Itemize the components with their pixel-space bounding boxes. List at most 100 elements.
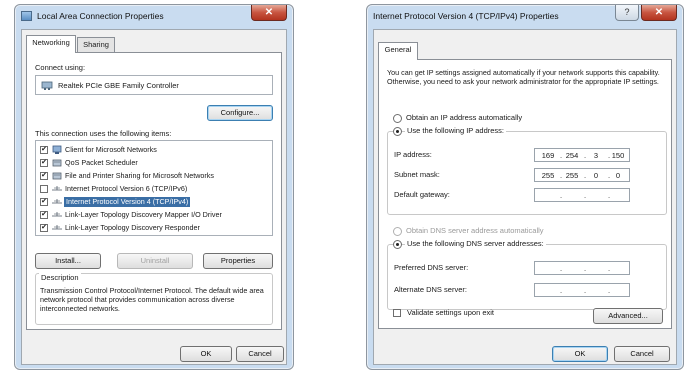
subnet-mask-field[interactable]: 255. 255. 0. 0 (534, 168, 630, 182)
use-following-dns-label: Use the following DNS server addresses: (405, 239, 546, 248)
ok-button[interactable]: OK (552, 346, 608, 362)
ok-button[interactable]: OK (180, 346, 232, 362)
ip-dot: . (607, 191, 611, 200)
title-bar[interactable]: Internet Protocol Version 4 (TCP/IPv4) P… (367, 5, 683, 27)
title-bar[interactable]: Local Area Connection Properties ✕ (15, 5, 293, 27)
help-button[interactable]: ? (615, 5, 639, 21)
network-adapter-icon (41, 81, 53, 90)
obtain-dns-auto-radio[interactable] (393, 227, 402, 236)
ip-octet: 0 (615, 171, 621, 180)
advanced-button[interactable]: Advanced... (593, 308, 663, 324)
description-text: Transmission Control Protocol/Internet P… (40, 286, 264, 313)
ipv4-properties-window: Internet Protocol Version 4 (TCP/IPv4) P… (366, 4, 684, 370)
unchecked-checkbox[interactable] (40, 185, 48, 193)
ip-dot: . (559, 264, 563, 273)
default-gateway-label: Default gateway: (394, 190, 450, 199)
checked-checkbox[interactable]: ✔ (40, 172, 48, 180)
alternate-dns-label: Alternate DNS server: (394, 285, 467, 294)
local-area-connection-properties-window: Local Area Connection Properties ✕ Netwo… (14, 4, 294, 370)
list-item[interactable]: ✔ QoS Packet Scheduler (40, 157, 206, 169)
list-item-label: Internet Protocol Version 4 (TCP/IPv4) (64, 197, 191, 207)
ip-dot: . (583, 191, 587, 200)
window-title: Local Area Connection Properties (37, 11, 164, 21)
preferred-dns-label: Preferred DNS server: (394, 263, 469, 272)
list-item[interactable]: ✔ Link-Layer Topology Discovery Responder (40, 222, 206, 234)
tab-general[interactable]: General (378, 42, 418, 60)
use-following-dns-radio[interactable] (393, 240, 402, 249)
description-group: Description Transmission Control Protoco… (35, 273, 273, 325)
checked-checkbox[interactable]: ✔ (40, 146, 48, 154)
network-service-icon (52, 171, 62, 181)
general-panel: You can get IP settings assigned automat… (378, 59, 672, 329)
ip-dot: . (559, 191, 563, 200)
use-following-ip-radio[interactable] (393, 127, 402, 136)
use-following-ip-label: Use the following IP address: (405, 126, 506, 135)
alternate-dns-field[interactable]: ... (534, 283, 630, 297)
obtain-ip-auto-label: Obtain an IP address automatically (406, 113, 523, 122)
list-item[interactable]: ✔ Internet Protocol Version 4 (TCP/IPv4) (40, 196, 206, 208)
tab-networking[interactable]: Networking (26, 35, 76, 53)
static-ip-group: Use the following IP address: IP address… (387, 126, 667, 215)
ip-address-label: IP address: (394, 150, 432, 159)
list-item[interactable]: ✔ Link-Layer Topology Discovery Mapper I/… (40, 209, 222, 221)
install-button[interactable]: Install... (35, 253, 101, 269)
network-client-icon (52, 145, 62, 155)
checked-checkbox[interactable]: ✔ (40, 159, 48, 167)
obtain-ip-auto-radio[interactable] (393, 114, 402, 123)
tab-sharing[interactable]: Sharing (77, 37, 115, 53)
description-title: Description (39, 273, 81, 282)
checked-checkbox[interactable]: ✔ (40, 198, 48, 206)
adapter-name: Realtek PCIe GBE Family Controller (58, 81, 179, 90)
subnet-mask-label: Subnet mask: (394, 170, 440, 179)
ip-octet: 255 (565, 171, 579, 180)
ip-octet: 0 (593, 171, 599, 180)
properties-button[interactable]: Properties (203, 253, 273, 269)
preferred-dns-field[interactable]: ... (534, 261, 630, 275)
protocol-icon (52, 210, 62, 220)
list-item-label: Link-Layer Topology Discovery Mapper I/O… (65, 210, 222, 219)
obtain-dns-auto-label: Obtain DNS server address automatically (406, 226, 544, 235)
close-button[interactable]: ✕ (251, 5, 287, 21)
ip-octet: 255 (541, 171, 555, 180)
ip-octet: 3 (593, 151, 599, 160)
protocol-icon (52, 223, 62, 233)
list-item-label: File and Printer Sharing for Microsoft N… (65, 171, 214, 180)
validate-checkbox[interactable] (393, 309, 401, 317)
networking-panel: Connect using: Realtek PCIe GBE Family C… (26, 52, 282, 330)
static-dns-group: Use the following DNS server addresses: … (387, 239, 667, 310)
cancel-button[interactable]: Cancel (236, 346, 284, 362)
dialog-client-area: General You can get IP settings assigned… (373, 29, 677, 365)
list-item-label: Link-Layer Topology Discovery Responder (65, 223, 200, 232)
dialog-client-area: Networking Sharing Connect using: Realte… (21, 29, 287, 365)
ip-dot: . (559, 286, 563, 295)
ip-dot: . (607, 286, 611, 295)
close-button[interactable]: ✕ (641, 5, 677, 21)
checked-checkbox[interactable]: ✔ (40, 224, 48, 232)
ip-octet: 254 (565, 151, 579, 160)
list-item-label: QoS Packet Scheduler (65, 158, 138, 167)
configure-button[interactable]: Configure... (207, 105, 273, 121)
list-item[interactable]: ✔ File and Printer Sharing for Microsoft … (40, 170, 214, 182)
validate-label: Validate settings upon exit (407, 308, 495, 317)
uninstall-button[interactable]: Uninstall (117, 253, 193, 269)
network-adapter-icon (21, 11, 32, 21)
protocol-icon (52, 184, 62, 194)
ip-octet: 150 (611, 151, 625, 160)
list-item-label: Internet Protocol Version 6 (TCP/IPv6) (65, 184, 188, 193)
list-item[interactable]: Internet Protocol Version 6 (TCP/IPv6) (40, 183, 206, 195)
ip-dot: . (583, 264, 587, 273)
components-list: ✔ Client for Microsoft Networks ✔ QoS Packe… (35, 140, 273, 236)
checked-checkbox[interactable]: ✔ (40, 211, 48, 219)
window-title: Internet Protocol Version 4 (TCP/IPv4) P… (373, 11, 559, 21)
connect-using-label: Connect using: (35, 63, 86, 72)
ip-address-field[interactable]: 169. 254. 3. 150 (534, 148, 630, 162)
ip-octet: 169 (541, 151, 555, 160)
default-gateway-field[interactable]: ... (534, 188, 630, 202)
items-label: This connection uses the following items… (35, 129, 172, 138)
ip-dot: . (583, 286, 587, 295)
cancel-button[interactable]: Cancel (614, 346, 670, 362)
ip-dot: . (607, 264, 611, 273)
list-item-label: Client for Microsoft Networks (65, 145, 157, 154)
list-item[interactable]: ✔ Client for Microsoft Networks (40, 144, 206, 156)
network-service-icon (52, 158, 62, 168)
